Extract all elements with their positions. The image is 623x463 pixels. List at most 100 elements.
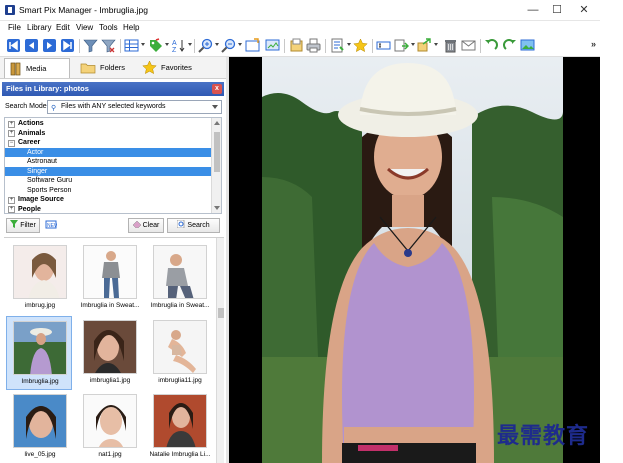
tree-category-people[interactable]: + People bbox=[5, 205, 211, 213]
menu-help[interactable]: Help bbox=[123, 23, 139, 32]
search-mode-select[interactable]: ⚲ Files with ANY selected keywords bbox=[47, 100, 222, 114]
menu-library[interactable]: Library bbox=[27, 23, 51, 32]
thumbnail-image bbox=[153, 320, 207, 374]
tag-dropdown[interactable] bbox=[165, 43, 169, 46]
tree-category-career[interactable]: − Career bbox=[5, 138, 211, 148]
thumbnail-image bbox=[13, 394, 67, 448]
folder-icon bbox=[80, 63, 96, 74]
expand-icon[interactable]: + bbox=[8, 196, 15, 204]
scroll-down-icon[interactable] bbox=[214, 206, 220, 210]
export-dropdown[interactable] bbox=[434, 43, 438, 46]
tree-item-software-guru[interactable]: Software Guru bbox=[5, 176, 211, 186]
thumbnail-item-selected[interactable]: Imbruglia.jpg bbox=[6, 316, 72, 390]
thumbnail-item[interactable]: imbruglia11.jpg bbox=[147, 316, 213, 390]
filter-button-label: Filter bbox=[20, 222, 36, 229]
last-icon[interactable] bbox=[60, 38, 75, 53]
print-icon[interactable] bbox=[306, 38, 321, 53]
sort-dropdown[interactable] bbox=[188, 43, 192, 46]
favorite-star-icon[interactable] bbox=[353, 38, 368, 53]
copy-move-dropdown[interactable] bbox=[411, 43, 415, 46]
new-keyword-icon[interactable]: NEW bbox=[44, 218, 59, 233]
minimize-button[interactable]: — bbox=[520, 0, 546, 21]
tree-item-astronaut[interactable]: Astronaut bbox=[5, 157, 211, 167]
thumbnail-item[interactable]: Natalie Imbruglia Li... bbox=[147, 390, 213, 463]
keyword-tree[interactable]: + Actions + Animals − Career Actor Astro… bbox=[4, 117, 222, 214]
toolbar-separator bbox=[480, 39, 481, 53]
expand-icon[interactable]: + bbox=[8, 206, 15, 213]
thumbnail-item[interactable]: Imbruglia in Sweat... bbox=[147, 241, 213, 315]
scroll-up-icon[interactable] bbox=[214, 121, 220, 125]
previous-icon[interactable] bbox=[24, 38, 39, 53]
maximize-button[interactable]: ☐ bbox=[544, 0, 570, 21]
view-mode-dropdown[interactable] bbox=[141, 43, 145, 46]
next-icon[interactable] bbox=[42, 38, 57, 53]
thumbnail-item[interactable]: nat1.jpg bbox=[77, 390, 143, 463]
tree-item-singer[interactable]: Singer bbox=[5, 166, 211, 176]
menu-file[interactable]: File bbox=[8, 23, 21, 32]
filter-button[interactable]: Filter bbox=[6, 218, 40, 233]
search-button[interactable]: Search bbox=[167, 218, 220, 233]
thumbnail-item[interactable]: imbruglia1.jpg bbox=[77, 316, 143, 390]
set-wallpaper-icon[interactable] bbox=[520, 38, 535, 53]
tab-favorites[interactable]: Favorites bbox=[140, 58, 200, 78]
copy-move-icon[interactable] bbox=[394, 38, 409, 53]
sort-az-icon[interactable]: AZ bbox=[171, 38, 186, 53]
tab-folders[interactable]: Folders bbox=[76, 58, 136, 78]
toolbar-separator bbox=[194, 39, 195, 53]
tab-media-library[interactable]: Media Library bbox=[4, 58, 70, 93]
toolbar-overflow-button[interactable]: » bbox=[591, 39, 596, 49]
thumbnail-item[interactable]: Imbruglia in Sweat... bbox=[77, 241, 143, 315]
toolbar: AZ » bbox=[0, 35, 600, 57]
first-icon[interactable] bbox=[6, 38, 21, 53]
thumbnail-image bbox=[153, 245, 207, 299]
menu-edit[interactable]: Edit bbox=[56, 23, 70, 32]
rotate-left-icon[interactable] bbox=[484, 38, 499, 53]
tree-label: Actions bbox=[18, 120, 44, 127]
tree-category-animals[interactable]: + Animals bbox=[5, 129, 211, 139]
thumbnail-item[interactable]: imbrug.jpg bbox=[7, 241, 73, 315]
tree-item-sports-person[interactable]: Sports Person bbox=[5, 186, 211, 196]
svg-text:NEW: NEW bbox=[47, 223, 57, 229]
zoom-out-icon[interactable] bbox=[221, 38, 236, 53]
thumbnail-label: Natalie Imbruglia Li... bbox=[149, 451, 211, 458]
export-icon[interactable] bbox=[417, 38, 432, 53]
tree-scrollbar[interactable] bbox=[211, 118, 221, 213]
open-icon[interactable] bbox=[289, 38, 304, 53]
view-mode-icon[interactable] bbox=[124, 38, 139, 53]
keywords-dropdown[interactable] bbox=[347, 43, 351, 46]
tree-category-actions[interactable]: + Actions bbox=[5, 119, 211, 129]
thumbnail-label: Imbruglia in Sweat... bbox=[80, 302, 140, 309]
rotate-right-icon[interactable] bbox=[502, 38, 517, 53]
keywords-icon[interactable] bbox=[330, 38, 345, 53]
expand-icon[interactable]: + bbox=[8, 130, 15, 137]
expand-icon[interactable]: + bbox=[8, 120, 15, 128]
email-icon[interactable] bbox=[461, 38, 476, 53]
tree-item-actor[interactable]: Actor bbox=[5, 147, 211, 157]
tree-label: Sports Person bbox=[27, 186, 72, 194]
filter-clear-icon[interactable] bbox=[101, 38, 116, 53]
zoom-in-dropdown[interactable] bbox=[215, 43, 219, 46]
zoom-out-dropdown[interactable] bbox=[238, 43, 242, 46]
slideshow-icon[interactable] bbox=[265, 38, 280, 53]
toolbar-separator bbox=[79, 39, 80, 53]
clear-button[interactable]: Clear bbox=[128, 218, 164, 233]
collapse-icon[interactable]: − bbox=[8, 139, 15, 147]
delete-trash-icon[interactable] bbox=[443, 38, 458, 53]
tree-category-image-source[interactable]: + Image Source bbox=[5, 195, 211, 205]
toolbar-separator bbox=[284, 39, 285, 53]
thumbnail-scrollbar[interactable] bbox=[216, 238, 224, 463]
zoom-fit-icon[interactable] bbox=[245, 38, 260, 53]
thumbnail-label: imbrug.jpg bbox=[24, 302, 56, 309]
tab-favorites-label: Favorites bbox=[161, 63, 192, 72]
panel-close-button[interactable]: x bbox=[212, 84, 222, 94]
menu-view[interactable]: View bbox=[76, 23, 93, 32]
scroll-thumb[interactable] bbox=[214, 132, 220, 172]
scroll-thumb[interactable] bbox=[218, 308, 224, 318]
zoom-in-icon[interactable] bbox=[198, 38, 213, 53]
tag-icon[interactable] bbox=[148, 38, 163, 53]
rename-icon[interactable] bbox=[376, 38, 391, 53]
menu-tools[interactable]: Tools bbox=[99, 23, 118, 32]
filter-funnel-icon[interactable] bbox=[83, 38, 98, 53]
close-button[interactable]: ✕ bbox=[571, 0, 597, 21]
thumbnail-item[interactable]: live_05.jpg bbox=[7, 390, 73, 463]
